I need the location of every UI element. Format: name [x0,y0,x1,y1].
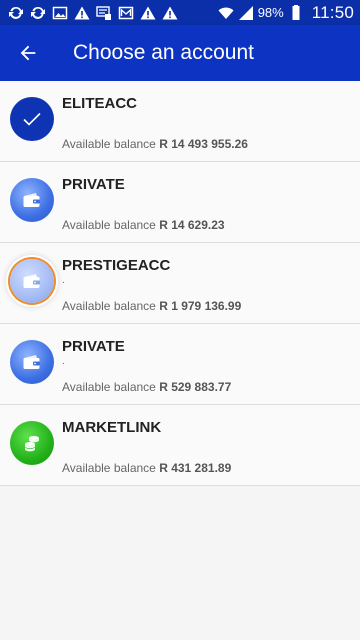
account-row[interactable]: PRIVATE . Available balance R 529 883.77 [0,324,360,405]
back-button[interactable] [0,25,56,81]
account-name: PRESTIGEACC [62,257,171,274]
sync-icon [8,5,24,21]
balance-label: Available balance [62,218,156,232]
balance-label: Available balance [62,461,156,475]
check-icon [23,112,41,126]
account-name: PRIVATE [62,176,125,193]
balance-label: Available balance [62,380,156,394]
wallet-icon [23,274,40,288]
notification-icons [8,5,178,21]
account-balance: Available balance R 14 629.23 [62,218,225,232]
warning-icon [74,5,90,21]
arrow-left-icon [20,45,36,61]
balance-label: Available balance [62,137,156,151]
page-title: Choose an account [73,41,254,64]
clock: 11:50 [311,2,354,22]
balance-value: R 14 493 955.26 [159,137,248,151]
app-bar: Choose an account [0,25,360,81]
account-avatar [10,259,54,303]
coins-icon [25,436,39,452]
balance-value: R 431 281.89 [159,461,232,475]
account-avatar [10,340,54,384]
balance-value: R 1 979 136.99 [159,299,242,313]
image-icon [52,5,68,21]
system-status: 98% 11:50 [218,3,354,23]
balance-value: R 529 883.77 [159,380,232,394]
balance-value: R 14 629.23 [159,218,225,232]
account-name: PRIVATE [62,338,125,355]
battery-icon [288,4,304,21]
wallet-icon [23,355,40,369]
account-balance: Available balance R 431 281.89 [62,461,231,475]
photo-icon [118,5,134,21]
warning-icon [162,5,178,21]
account-avatar [10,421,54,465]
account-balance: Available balance R 529 883.77 [62,380,231,394]
voicemail-icon [96,5,112,21]
account-row[interactable]: PRESTIGEACC . Available balance R 1 979 … [0,243,360,324]
wifi-icon [218,5,234,21]
warning-icon [140,5,156,21]
account-subtitle: . [62,356,65,367]
account-balance: Available balance R 1 979 136.99 [62,299,241,313]
account-list: ELITEACC Available balance R 14 493 955.… [0,81,360,486]
status-bar: 98% 11:50 [0,0,360,25]
account-row[interactable]: ELITEACC Available balance R 14 493 955.… [0,81,360,162]
balance-label: Available balance [62,299,156,313]
battery-percent: 98% [257,5,284,20]
sync-icon [30,5,46,21]
account-avatar [10,178,54,222]
account-name: MARKETLINK [62,419,162,436]
signal-icon [238,5,254,21]
account-row[interactable]: PRIVATE Available balance R 14 629.23 [0,162,360,243]
selected-avatar [10,97,54,141]
account-balance: Available balance R 14 493 955.26 [62,137,248,151]
account-row[interactable]: MARKETLINK Available balance R 431 281.8… [0,405,360,486]
account-subtitle: . [62,275,65,286]
account-name: ELITEACC [62,95,137,112]
wallet-icon [23,193,40,207]
